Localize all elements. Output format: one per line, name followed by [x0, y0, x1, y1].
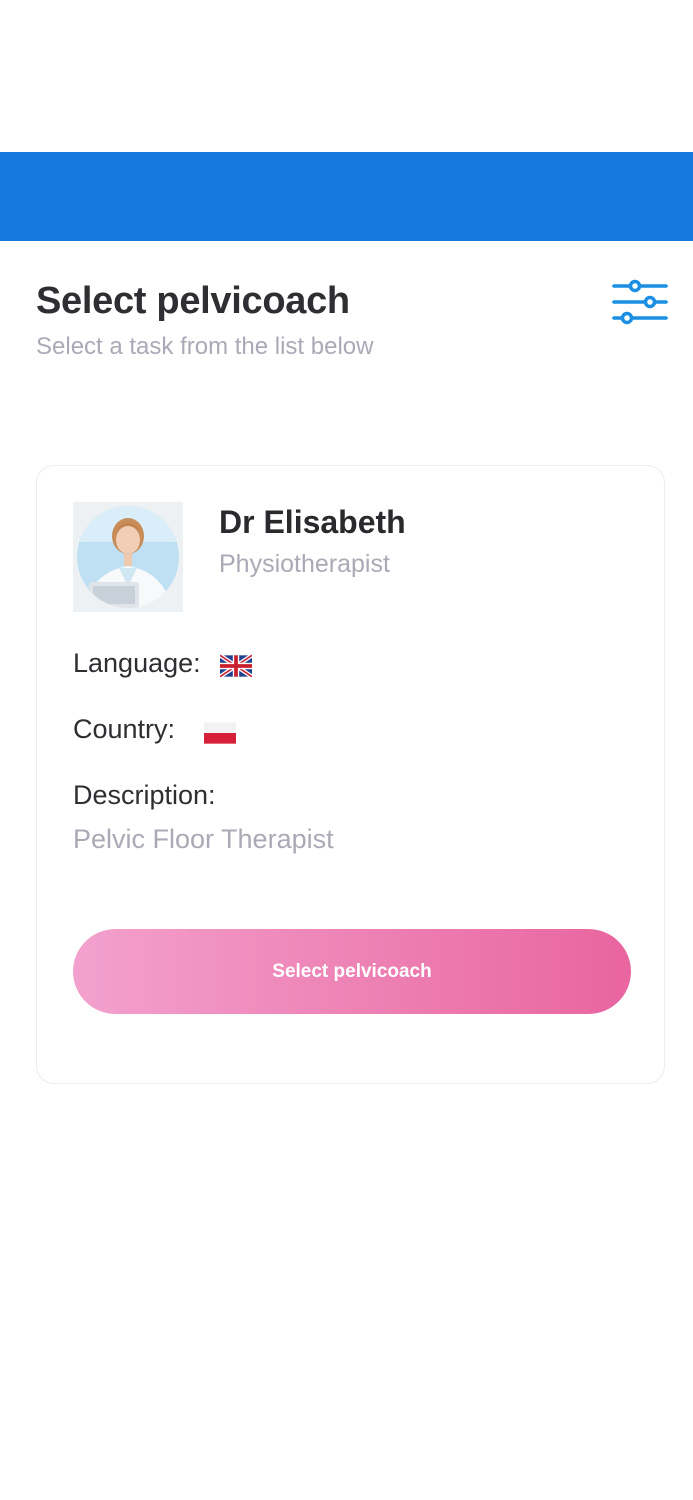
doctor-avatar: [73, 502, 183, 612]
page-subtitle: Select a task from the list below: [36, 333, 374, 360]
country-label: Country:: [73, 714, 176, 744]
filter-button[interactable]: [610, 278, 670, 326]
coach-avatar: [73, 502, 183, 612]
coach-role: Physiotherapist: [219, 550, 390, 578]
select-pelvicoach-button[interactable]: Select pelvicoach: [73, 929, 631, 1014]
coach-name: Dr Elisabeth: [219, 504, 406, 540]
description-label: Description:: [73, 780, 216, 810]
language-label: Language:: [73, 648, 201, 678]
coach-card: Dr Elisabeth Physiotherapist Language: C…: [36, 465, 665, 1084]
sliders-icon: [612, 279, 668, 325]
uk-flag-icon: [220, 654, 252, 678]
page-title: Select pelvicoach: [36, 280, 350, 322]
poland-flag-icon: [204, 722, 236, 744]
description-value: Pelvic Floor Therapist: [73, 824, 334, 854]
top-app-bar: [0, 152, 693, 241]
